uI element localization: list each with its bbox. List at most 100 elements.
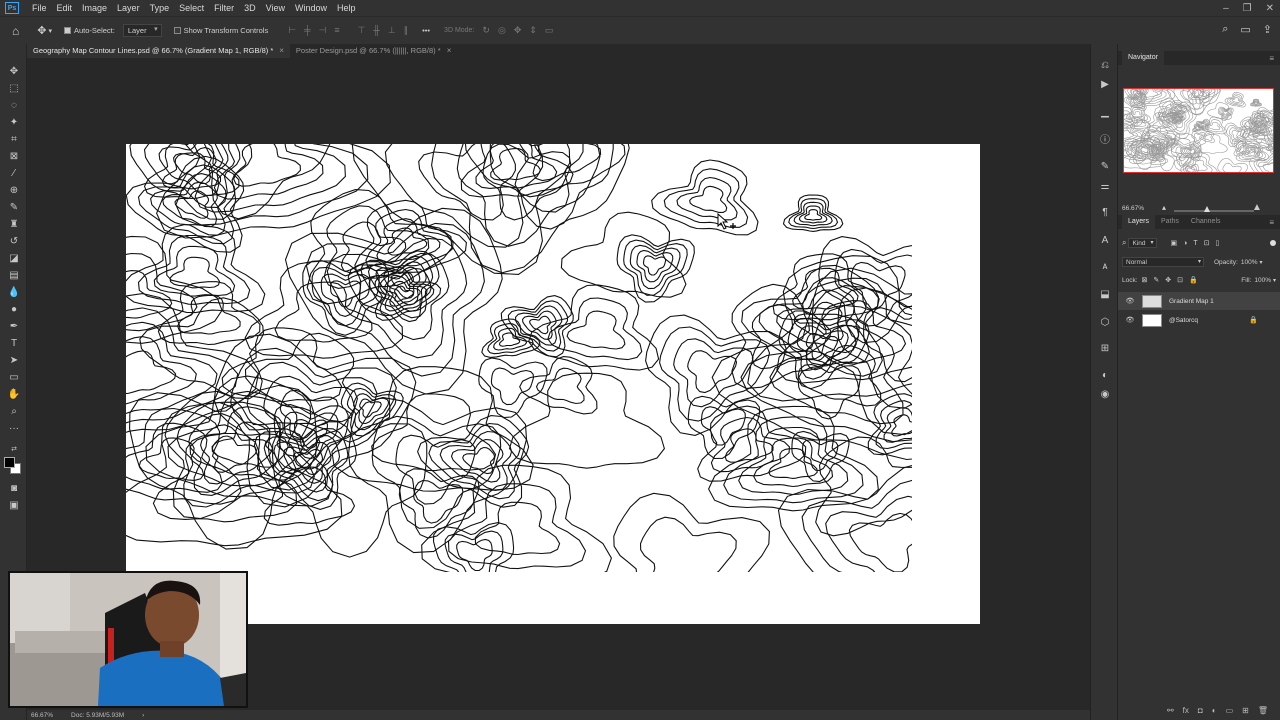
chevron-down-icon[interactable]: ▾ [1273,277,1276,284]
close-button[interactable]: ✕ [1266,3,1274,14]
layer-row-background[interactable]: 👁 @Satorcq 🔒 [1118,311,1280,329]
tab-poster-design[interactable]: Poster Design.psd @ 66.7% (||||||, RGB/8… [290,44,457,58]
tab-channels[interactable]: Channels [1185,215,1227,229]
eraser-tool-icon[interactable]: ◪ [7,251,21,265]
3d-slide-icon[interactable]: ⇕ [529,25,537,36]
menu-view[interactable]: View [261,0,290,16]
quick-mask-icon[interactable]: ◙ [7,481,21,495]
path-selection-tool-icon[interactable]: ➤ [7,353,21,367]
hand-tool-icon[interactable]: ✋ [7,387,21,401]
marquee-tool-icon[interactable]: ⬚ [7,81,21,95]
healing-brush-tool-icon[interactable]: ⊕ [7,183,21,197]
blend-mode-dropdown[interactable]: Normal [1122,257,1204,267]
magic-wand-tool-icon[interactable]: ✦ [7,115,21,129]
move-tool-icon[interactable]: ✥ [37,24,46,37]
close-icon[interactable]: × [447,44,452,58]
eyedropper-tool-icon[interactable]: ⁄ [7,166,21,180]
align-bottom-icon[interactable]: ⊥ [388,25,396,36]
history-panel-icon[interactable]: ⎌ [1099,59,1111,71]
status-zoom[interactable]: 66.67% [31,712,53,719]
3d-roll-icon[interactable]: ◎ [498,25,506,36]
eye-icon[interactable]: 👁 [1125,297,1135,305]
menu-file[interactable]: File [27,0,52,16]
glyphs-icon[interactable]: ᴀ [1099,260,1111,272]
frame-tool-icon[interactable]: ⊠ [7,149,21,163]
layer-row-gradient-map[interactable]: 👁 Gradient Map 1 [1118,292,1280,310]
menu-image[interactable]: Image [77,0,112,16]
fill-value[interactable]: 100% [1254,277,1271,284]
add-mask-icon[interactable]: ◘ [1198,706,1203,718]
fx-icon[interactable]: fx [1183,706,1189,718]
share-icon[interactable]: ⇪ [1263,23,1272,36]
status-arrow-icon[interactable]: › [142,712,144,719]
edit-toolbar-icon[interactable]: ··· [7,421,21,435]
search-icon[interactable]: ⌕ [1222,23,1228,36]
histogram-icon[interactable]: ▁ [1099,106,1111,118]
document-canvas[interactable] [126,144,980,624]
3d-panel-icon[interactable]: ⬡ [1099,316,1111,328]
trash-icon[interactable]: 🗑 [1258,706,1268,718]
filter-toggle-icon[interactable] [1270,240,1276,246]
navigator-thumbnail[interactable] [1123,88,1274,173]
libraries-icon[interactable]: ⬓ [1099,288,1111,300]
minimize-button[interactable]: – [1223,3,1229,14]
home-icon[interactable]: ⌂ [12,24,19,38]
tab-navigator[interactable]: Navigator [1122,51,1164,65]
3d-pan-icon[interactable]: ✥ [514,25,522,36]
clone-stamp-tool-icon[interactable]: ♜ [7,217,21,231]
group-icon[interactable]: ▭ [1226,706,1234,718]
screen-mode-icon[interactable]: ▣ [7,498,21,512]
workspace-icon[interactable]: ▭ [1240,23,1250,36]
dodge-tool-icon[interactable]: ● [7,302,21,316]
actions-play-icon[interactable]: ▶ [1099,78,1111,90]
menu-help[interactable]: Help [332,0,361,16]
menu-select[interactable]: Select [174,0,209,16]
character-icon[interactable]: A [1099,234,1111,246]
chevron-down-icon[interactable]: ▾ [1259,259,1262,266]
align-right-icon[interactable]: ⊣ [318,25,326,36]
menu-3d[interactable]: 3D [239,0,261,16]
restore-button[interactable]: ❐ [1243,3,1252,14]
3d-scale-icon[interactable]: ▭ [545,25,554,36]
brush-settings-icon[interactable]: ✎ [1099,160,1111,172]
lasso-tool-icon[interactable]: ◌ [7,98,21,112]
crop-tool-icon[interactable]: ⌗ [7,132,21,146]
menu-window[interactable]: Window [290,0,332,16]
brush-tool-icon[interactable]: ✎ [7,200,21,214]
tab-geography-map[interactable]: Geography Map Contour Lines.psd @ 66.7% … [27,44,290,58]
distribute-v-icon[interactable]: ∥ [404,25,409,36]
layer-dropdown[interactable]: Layer [122,24,162,37]
align-top-icon[interactable]: ⊤ [358,25,366,36]
panel-menu-icon[interactable]: ≡ [1269,218,1274,227]
more-options-button[interactable]: ••• [422,26,430,35]
show-transform-checkbox[interactable]: Show Transform Controls [173,26,268,35]
color-panel-icon[interactable]: ◐ [1099,369,1111,381]
swatches-panel-icon[interactable]: ◉ [1099,388,1111,400]
menu-edit[interactable]: Edit [52,0,78,16]
zoom-tool-icon[interactable]: ⌕ [7,404,21,418]
type-tool-icon[interactable]: T [7,336,21,350]
filter-kind-dropdown[interactable]: Kind [1128,238,1157,248]
info-icon[interactable]: ⓘ [1099,132,1111,146]
history-brush-tool-icon[interactable]: ↺ [7,234,21,248]
new-layer-icon[interactable]: ⊞ [1242,706,1249,718]
zoom-in-icon[interactable]: ▲ [1252,202,1262,213]
foreground-color-swatch[interactable] [4,457,15,468]
distribute-icon[interactable]: ≡ [334,25,339,36]
navigator-zoom-slider[interactable] [1174,210,1254,212]
opacity-value[interactable]: 100% [1241,259,1258,266]
auto-select-checkbox[interactable]: Auto-Select: [63,26,115,35]
tab-layers[interactable]: Layers [1122,215,1156,229]
move-tool-icon[interactable]: ✥ [7,64,21,78]
align-left-icon[interactable]: ⊢ [288,25,296,36]
eye-icon[interactable]: 👁 [1125,316,1135,324]
adjustment-layer-icon[interactable]: ◐ [1212,706,1217,718]
blur-tool-icon[interactable]: 💧 [7,285,21,299]
rectangle-tool-icon[interactable]: ▭ [7,370,21,384]
close-icon[interactable]: × [279,44,284,58]
align-hcenter-icon[interactable]: ╪ [304,25,310,36]
menu-layer[interactable]: Layer [112,0,145,16]
zoom-out-icon[interactable]: ▴ [1162,203,1166,212]
gradient-tool-icon[interactable]: ▤ [7,268,21,282]
menu-type[interactable]: Type [145,0,175,16]
